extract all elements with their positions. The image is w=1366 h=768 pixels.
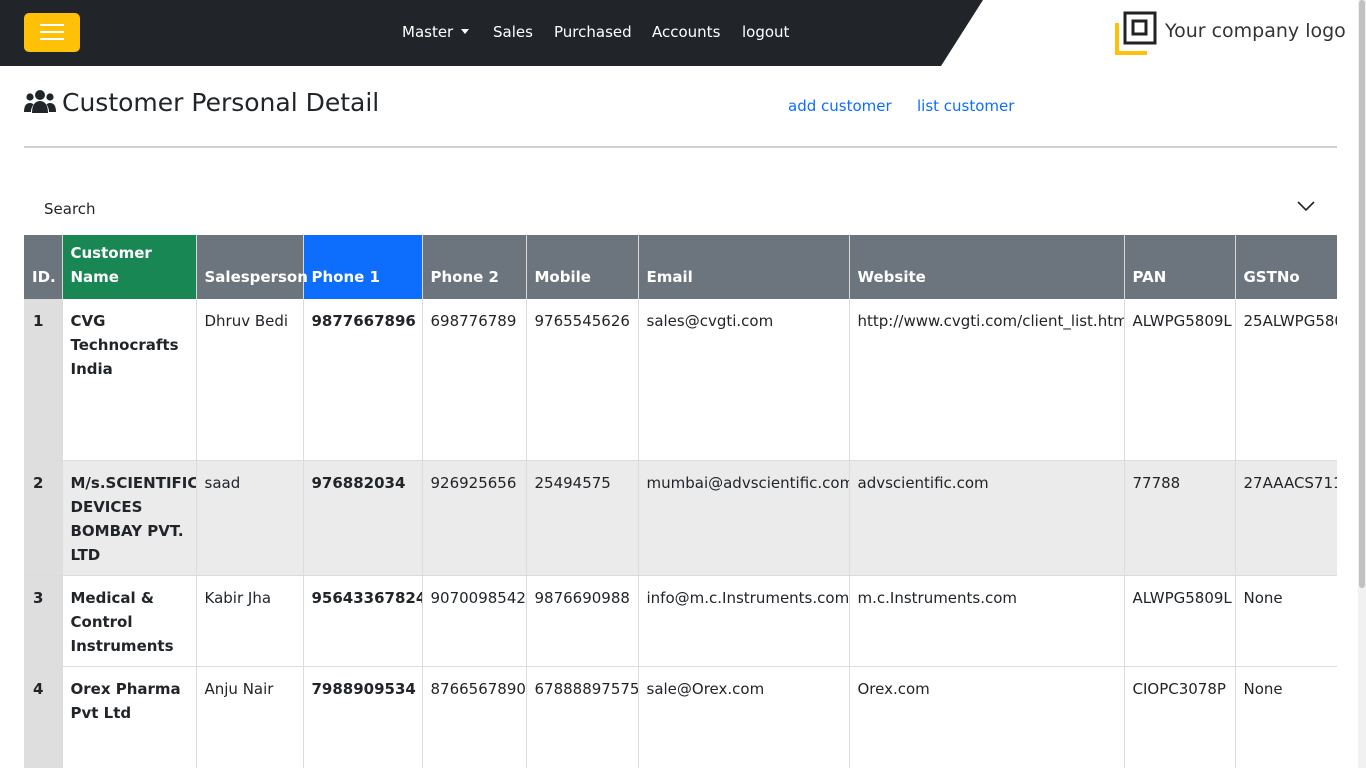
cell-customer-name: CVG Technocrafts India <box>62 299 197 461</box>
column-header-email[interactable]: Email <box>638 235 850 299</box>
cell-email: mumbai@advscientific.com <box>638 460 850 576</box>
customer-table: ID. Customer Name Salesperson Phone 1 Ph… <box>24 235 1337 768</box>
cell-pan: ALWPG5809L <box>1124 575 1236 667</box>
scrollbar-thumb[interactable] <box>1359 0 1365 588</box>
customer-table-container: ID. Customer Name Salesperson Phone 1 Ph… <box>24 235 1337 768</box>
chevron-down-icon <box>1297 201 1315 212</box>
table-row[interactable]: 4 Orex Pharma Pvt Ltd Anju Nair 79889095… <box>24 666 1337 768</box>
hamburger-icon <box>40 31 64 33</box>
cell-salesperson: saad <box>196 460 304 576</box>
cell-salesperson: Kabir Jha <box>196 575 304 667</box>
column-header-mobile[interactable]: Mobile <box>526 235 639 299</box>
hamburger-icon <box>40 24 64 26</box>
table-row[interactable]: 3 Medical & Control Instruments Kabir Jh… <box>24 575 1337 667</box>
column-header-phone2[interactable]: Phone 2 <box>422 235 527 299</box>
column-header-salesperson[interactable]: Salesperson <box>196 235 308 299</box>
cell-website: advscientific.com <box>849 460 1125 576</box>
search-toggle[interactable]: Search <box>24 190 1337 228</box>
nav-item-purchased[interactable]: Purchased <box>554 23 632 41</box>
cell-phone2: 698776789 <box>422 299 527 461</box>
cell-email: sales@cvgti.com <box>638 299 850 461</box>
column-header-id[interactable]: ID. <box>24 235 63 299</box>
cell-mobile: 9765545626 <box>526 299 639 461</box>
cell-customer-name: Medical & Control Instruments <box>62 575 197 667</box>
navbar-dark-panel <box>0 0 983 66</box>
cell-salesperson: Anju Nair <box>196 666 304 768</box>
cell-phone1: 95643367824 <box>303 575 423 667</box>
nav-item-logout[interactable]: logout <box>742 23 789 41</box>
cell-website: Orex.com <box>849 666 1125 768</box>
hamburger-icon <box>40 38 64 40</box>
column-header-gst[interactable]: GSTNo <box>1235 235 1337 299</box>
company-logo[interactable]: Your company logo <box>1113 9 1346 57</box>
cell-gst: 25ALWPG5809L <box>1235 299 1337 461</box>
cell-pan: 77788 <box>1124 460 1236 576</box>
cell-gst: 27AAACS7110 <box>1235 460 1337 576</box>
table-header-row: ID. Customer Name Salesperson Phone 1 Ph… <box>24 235 1337 299</box>
cell-phone1: 976882034 <box>303 460 423 576</box>
table-row[interactable]: 2 M/s.SCIENTIFIC DEVICES BOMBAY PVT. LTD… <box>24 460 1337 576</box>
page-title-text: Customer Personal Detail <box>62 88 380 117</box>
list-customer-link[interactable]: list customer <box>917 97 1014 115</box>
cell-mobile: 9876690988 <box>526 575 639 667</box>
cell-id: 4 <box>24 666 63 768</box>
cell-website: m.c.Instruments.com <box>849 575 1125 667</box>
caret-down-icon <box>461 29 470 34</box>
page-scrollbar[interactable] <box>1358 0 1366 768</box>
logo-text: Your company logo <box>1165 20 1346 42</box>
cell-website: http://www.cvgti.com/client_list.html <box>849 299 1125 461</box>
cell-id: 2 <box>24 460 63 576</box>
cell-email: sale@Orex.com <box>638 666 850 768</box>
nav-item-sales[interactable]: Sales <box>493 23 533 41</box>
cell-gst: None <box>1235 575 1337 667</box>
menu-toggle-button[interactable] <box>24 13 80 52</box>
cell-customer-name: M/s.SCIENTIFIC DEVICES BOMBAY PVT. LTD <box>62 460 197 576</box>
table-row[interactable]: 1 CVG Technocrafts India Dhruv Bedi 9877… <box>24 299 1337 461</box>
column-header-customer-name[interactable]: Customer Name <box>62 235 197 299</box>
cell-phone2: 9070098542 <box>422 575 527 667</box>
column-header-phone1[interactable]: Phone 1 <box>303 235 423 299</box>
nav-item-label: Master <box>402 23 454 41</box>
cell-mobile: 25494575 <box>526 460 639 576</box>
add-customer-link[interactable]: add customer <box>788 97 892 115</box>
cell-gst: None <box>1235 666 1337 768</box>
cell-mobile: 67888897575 <box>526 666 639 768</box>
cell-salesperson: Dhruv Bedi <box>196 299 304 461</box>
header-divider <box>24 146 1337 148</box>
cell-pan: CIOPC3078P <box>1124 666 1236 768</box>
column-header-website[interactable]: Website <box>849 235 1125 299</box>
cell-pan: ALWPG5809L <box>1124 299 1236 461</box>
page-title: Customer Personal Detail <box>24 88 379 117</box>
search-label: Search <box>44 200 96 218</box>
logo-mark-icon <box>1115 11 1157 55</box>
cell-email: info@m.c.Instruments.com <box>638 575 850 667</box>
users-icon <box>24 90 56 113</box>
nav-item-master[interactable]: Master <box>402 23 470 41</box>
cell-id: 3 <box>24 575 63 667</box>
cell-phone1: 9877667896 <box>303 299 423 461</box>
top-navbar: Master Sales Purchased Accounts logout Y… <box>0 0 1366 66</box>
cell-phone2: 926925656 <box>422 460 527 576</box>
cell-id: 1 <box>24 299 63 461</box>
cell-customer-name: Orex Pharma Pvt Ltd <box>62 666 197 768</box>
cell-phone1: 7988909534 <box>303 666 423 768</box>
cell-phone2: 8766567890 <box>422 666 527 768</box>
nav-item-accounts[interactable]: Accounts <box>652 23 720 41</box>
column-header-pan[interactable]: PAN <box>1124 235 1236 299</box>
